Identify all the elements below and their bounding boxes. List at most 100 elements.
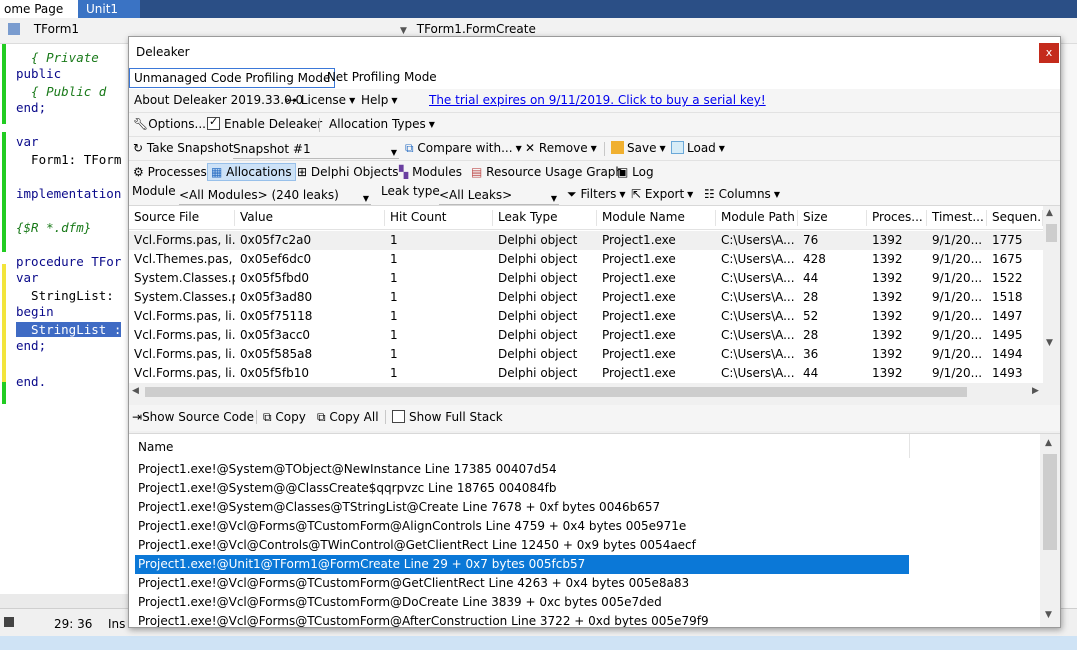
- about-menu[interactable]: About Deleaker 2019.33.0.0: [134, 93, 303, 107]
- table-row[interactable]: System.Classes.p... 0x05f5fbd0 1 Delphi obj…: [129, 269, 1043, 288]
- table-row[interactable]: Vcl.Forms.pas, li... 0x05f7c2a0 1 Delphi ob…: [129, 231, 1043, 250]
- column-header[interactable]: Hit Count: [385, 210, 493, 226]
- tab-modules[interactable]: ▚ Modules: [399, 165, 462, 179]
- options-button-label: Options...: [148, 117, 206, 131]
- show-full-stack-checkbox[interactable]: Show Full Stack: [392, 410, 503, 424]
- columns-icon: ☷: [704, 187, 715, 201]
- table-row[interactable]: Vcl.Forms.pas, li... 0x05f5fb10 1 Delphi ob…: [129, 364, 1043, 383]
- options-button[interactable]: 🔧︎Options...: [133, 117, 206, 131]
- call-stack-list[interactable]: Name Project1.exe!@System@TObject@NewIns…: [129, 433, 1060, 627]
- scroll-up-icon[interactable]: ▲: [1045, 438, 1052, 448]
- filters-button[interactable]: ⏷ Filters ▼: [567, 187, 626, 202]
- stack-vertical-scrollbar[interactable]: ▲ ▼: [1040, 434, 1060, 627]
- grid-horizontal-scrollbar[interactable]: ◀ ▶: [129, 383, 1060, 401]
- scroll-up-icon[interactable]: ▲: [1046, 208, 1053, 218]
- tab-processes[interactable]: ⚙︎ Processes: [133, 165, 207, 179]
- module-filter-select[interactable]: <All Modules> (240 leaks) ▼: [179, 187, 371, 205]
- scroll-thumb[interactable]: [1046, 224, 1057, 242]
- stack-frame-row[interactable]: Project1.exe!@Vcl@Forms@TCustomForm@Alig…: [135, 517, 909, 536]
- filter-bar: Module <All Modules> (240 leaks) ▼ Leak t…: [129, 183, 1060, 207]
- stack-frame-row[interactable]: Project1.exe!@Vcl@Forms@TCustomForm@Afte…: [135, 612, 909, 627]
- tab-delphi-objects[interactable]: ⊞ Delphi Objects: [297, 165, 399, 179]
- scroll-thumb[interactable]: [1043, 454, 1057, 550]
- stack-name-column[interactable]: Name: [138, 440, 173, 454]
- filters-label: Filters: [580, 187, 617, 201]
- chevron-down-icon: ▼: [390, 148, 397, 157]
- key-icon: ⊶: [285, 93, 297, 107]
- ide-class-combo[interactable]: TForm1: [8, 22, 79, 36]
- copy-all-button[interactable]: ⧉ Copy All: [317, 410, 379, 425]
- table-cell: 1392: [872, 309, 903, 323]
- table-row[interactable]: Vcl.Forms.pas, li... 0x05f3acc0 1 Delphi ob…: [129, 326, 1043, 345]
- column-header[interactable]: Module Name: [597, 210, 716, 226]
- stack-frame-row[interactable]: Project1.exe!@Unit1@TForm1@FormCreate Li…: [135, 555, 909, 574]
- scroll-right-icon[interactable]: ▶: [1032, 386, 1039, 396]
- table-cell: 0x05f585a8: [240, 347, 313, 361]
- ide-tab-welcome-page[interactable]: ome Page: [0, 0, 78, 18]
- table-cell: Project1.exe: [602, 309, 676, 323]
- help-menu-label: Help: [361, 93, 389, 107]
- tab-allocations[interactable]: ▦ Allocations: [207, 163, 296, 181]
- column-header[interactable]: Size: [798, 210, 867, 226]
- stack-frame-row[interactable]: Project1.exe!@System@Classes@TStringList…: [135, 498, 909, 517]
- table-cell: 9/1/20...: [932, 290, 983, 304]
- column-header[interactable]: Leak Type: [493, 210, 597, 226]
- ide-tab-unit1[interactable]: Unit1: [78, 0, 140, 18]
- stack-frame-row[interactable]: Project1.exe!@System@TObject@NewInstance…: [135, 460, 909, 479]
- snapshot-select[interactable]: Snapshot #1 ▼: [233, 141, 399, 159]
- table-row[interactable]: Vcl.Forms.pas, li... 0x05f75118 1 Delphi ob…: [129, 307, 1043, 326]
- column-header[interactable]: Source File: [129, 210, 235, 226]
- take-snapshot-button[interactable]: ↻ Take Snapshot: [133, 141, 233, 155]
- table-cell: 1: [390, 271, 398, 285]
- stack-frame-row[interactable]: Project1.exe!@Vcl@Forms@TCustomForm@DoCr…: [135, 593, 909, 612]
- chevron-down-icon: ▼: [687, 190, 694, 199]
- chevron-down-icon: ▼: [515, 144, 522, 153]
- scroll-thumb[interactable]: [145, 387, 967, 397]
- chevron-down-icon: ▼: [391, 96, 398, 105]
- allocations-grid[interactable]: Source File Value Hit Count Leak Type Module…: [129, 205, 1060, 400]
- compare-with-button[interactable]: ⧉ Compare with... ▼: [405, 141, 522, 156]
- column-header[interactable]: Module Path: [716, 210, 798, 226]
- table-cell: Delphi object: [498, 309, 578, 323]
- columns-button[interactable]: ☷ Columns ▼: [704, 187, 780, 201]
- table-row[interactable]: Vcl.Themes.pas, l... 0x05ef6dc0 1 Delphi ob…: [129, 250, 1043, 269]
- scroll-down-icon[interactable]: ▼: [1046, 338, 1053, 348]
- allocation-types-menu[interactable]: Allocation Types ▼: [329, 117, 435, 131]
- tab-net-profiling[interactable]: .Net Profiling Mode: [319, 68, 441, 88]
- ide-method-combo[interactable]: ▼ TForm1.FormCreate: [400, 22, 536, 36]
- tab-unmanaged-profiling[interactable]: Unmanaged Code Profiling Mode: [129, 68, 336, 88]
- table-row[interactable]: Vcl.Forms.pas, li... 0x05f585a8 1 Delphi ob…: [129, 345, 1043, 364]
- code-editor[interactable]: { Private public { Public d end; var Form1:…: [0, 44, 130, 594]
- column-header[interactable]: Value: [235, 210, 385, 226]
- grid-vertical-scrollbar[interactable]: ▲ ▼: [1043, 206, 1060, 400]
- scroll-down-icon[interactable]: ▼: [1045, 610, 1052, 620]
- column-header[interactable]: Timest...: [927, 210, 987, 226]
- remove-button[interactable]: ✕ Remove ▼: [525, 141, 597, 155]
- stack-frame-row[interactable]: Project1.exe!@Vcl@Forms@TCustomForm@GetC…: [135, 574, 909, 593]
- ide-editor-scrollbar[interactable]: [0, 594, 130, 608]
- column-header[interactable]: Sequen...: [987, 210, 1043, 226]
- show-source-label: Show Source Code: [142, 410, 255, 424]
- leak-type-select[interactable]: <All Leaks> ▼: [439, 187, 559, 205]
- load-button[interactable]: Load ▼: [671, 141, 725, 155]
- columns-label: Columns: [718, 187, 771, 201]
- help-menu[interactable]: Help ▼: [361, 93, 398, 107]
- show-source-button[interactable]: ⇥Show Source Code: [132, 410, 254, 424]
- tab-log[interactable]: ▣ Log: [617, 165, 654, 179]
- license-menu[interactable]: ⊶ License ▼: [285, 93, 355, 107]
- stack-frame-row[interactable]: Project1.exe!@System@@ClassCreate$qqrpvz…: [135, 479, 909, 498]
- scroll-left-icon[interactable]: ◀: [132, 386, 139, 396]
- chevron-down-icon: ▼: [718, 144, 725, 153]
- trial-link[interactable]: The trial expires on 9/11/2019. Click to…: [429, 93, 766, 107]
- copy-button[interactable]: ⧉ Copy: [263, 410, 306, 425]
- chevron-down-icon: ▼: [773, 190, 780, 199]
- save-button[interactable]: Save ▼: [611, 141, 666, 155]
- table-cell: Project1.exe: [602, 252, 676, 266]
- stack-frame-row[interactable]: Project1.exe!@Vcl@Controls@TWinControl@G…: [135, 536, 909, 555]
- column-header[interactable]: Proces...: [867, 210, 927, 226]
- export-button[interactable]: ⇱ Export ▼: [631, 187, 693, 201]
- table-row[interactable]: System.Classes.p... 0x05f3ad80 1 Delphi obj…: [129, 288, 1043, 307]
- close-button[interactable]: x: [1039, 43, 1059, 63]
- tab-resource-usage-graph[interactable]: ▤ Resource Usage Graph: [471, 165, 623, 179]
- enable-deleaker-checkbox[interactable]: Enable Deleaker: [207, 115, 322, 131]
